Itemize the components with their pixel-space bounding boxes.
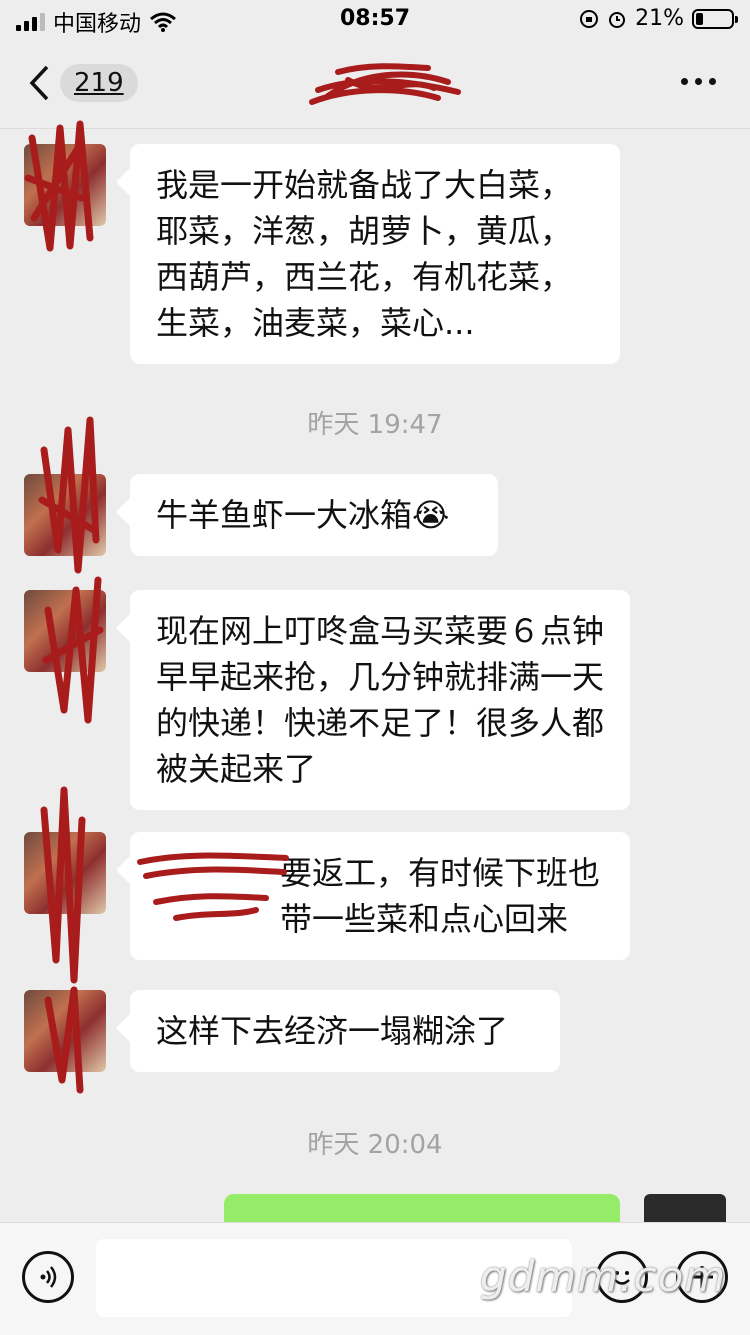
avatar[interactable] <box>24 990 106 1072</box>
more-options-button[interactable] <box>681 78 716 85</box>
voice-icon <box>40 1266 57 1288</box>
message-bubble[interactable]: 这样下去经济一塌糊涂了 <box>130 990 560 1072</box>
message-bubble[interactable]: 要返工，有时候下班也带一些菜和点心回来 <box>130 832 630 960</box>
chat-header: 219 <box>0 40 750 129</box>
back-chevron-icon <box>29 65 49 101</box>
status-bar: 中国移动 08:57 21% <box>0 0 750 40</box>
back-button[interactable]: 219 <box>28 64 138 102</box>
orientation-lock-icon <box>580 9 599 28</box>
avatar[interactable] <box>24 590 106 672</box>
message-bubble[interactable]: 牛羊鱼虾一大冰箱😭 <box>130 474 498 556</box>
message-row: 牛羊鱼虾一大冰箱😭 <box>24 474 498 556</box>
battery-fill <box>696 12 704 25</box>
title-redaction-scribble <box>309 63 461 105</box>
message-bubble[interactable]: 我是一开始就备战了大白菜，耶菜，洋葱，胡萝卜，黄瓜，西葫芦，西兰花，有机花菜，生… <box>130 144 620 364</box>
message-row: 我是一开始就备战了大白菜，耶菜，洋葱，胡萝卜，黄瓜，西葫芦，西兰花，有机花菜，生… <box>24 144 620 364</box>
avatar[interactable] <box>24 144 106 226</box>
avatar[interactable] <box>24 474 106 556</box>
alarm-icon <box>609 11 626 28</box>
message-row: 要返工，有时候下班也带一些菜和点心回来 <box>24 832 630 960</box>
battery-icon <box>692 8 738 29</box>
unread-count-badge[interactable]: 219 <box>60 64 138 102</box>
avatar[interactable] <box>24 832 106 914</box>
message-bubble[interactable]: 现在网上叮咚盒马买菜要６点钟早早起来抢，几分钟就排满一天的快递！快递不足了！很多… <box>130 590 630 810</box>
voice-button[interactable] <box>22 1251 74 1303</box>
battery-percent: 21% <box>635 6 684 31</box>
watermark: gdmm.com <box>480 1252 727 1301</box>
status-right: 21% <box>579 6 738 31</box>
timestamp: 昨天 19:47 <box>307 410 443 440</box>
message-row: 这样下去经济一塌糊涂了 <box>24 990 560 1072</box>
message-row: 现在网上叮咚盒马买菜要６点钟早早起来抢，几分钟就排满一天的快递！快递不足了！很多… <box>24 590 630 810</box>
timestamp: 昨天 20:04 <box>307 1130 443 1160</box>
